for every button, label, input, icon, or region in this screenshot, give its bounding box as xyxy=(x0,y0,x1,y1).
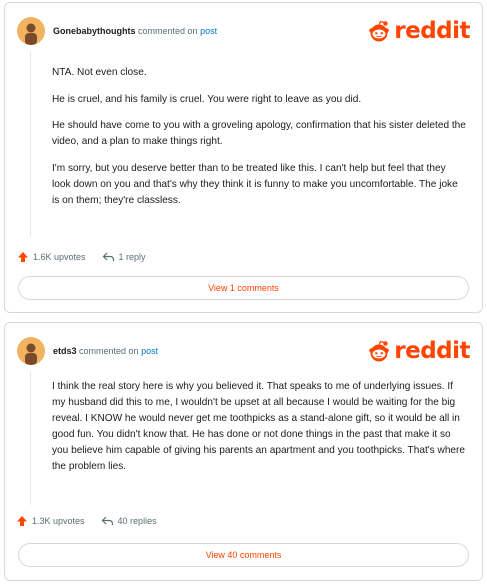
author-line: Gonebabythoughts commented on post xyxy=(53,25,217,37)
comment-paragraph: I'm sorry, but you deserve better than t… xyxy=(52,162,458,206)
post-link[interactable]: post xyxy=(200,26,217,36)
comment-actions: 1.6K upvotes 1 reply xyxy=(17,248,162,266)
reply-button[interactable]: 1 reply xyxy=(102,251,146,263)
comment-verb: commented on xyxy=(79,346,139,356)
thread-line[interactable] xyxy=(30,371,31,505)
comment-paragraph: He is cruel, and his family is cruel. Yo… xyxy=(52,93,362,105)
comment-paragraph: NTA. Not even close. xyxy=(52,67,147,78)
upvote-arrow-icon xyxy=(17,516,27,526)
post-link[interactable]: post xyxy=(141,346,158,356)
reply-count: 1 reply xyxy=(118,252,146,262)
author-name[interactable]: Gonebabythoughts xyxy=(53,26,136,36)
reddit-logo[interactable]: reddit xyxy=(367,17,470,45)
view-comments-button[interactable]: View 1 comments xyxy=(18,276,469,300)
logo-text: reddit xyxy=(394,338,470,364)
reply-arrow-icon xyxy=(101,516,113,525)
upvote-button[interactable]: 1.6K upvotes xyxy=(17,251,86,263)
avatar-icon[interactable] xyxy=(17,17,45,45)
avatar-icon[interactable] xyxy=(17,337,45,365)
comment-card: Gonebabythoughts commented on post reddi… xyxy=(4,2,483,313)
reddit-snoo-icon xyxy=(369,340,390,362)
author-name[interactable]: etds3 xyxy=(53,346,77,356)
author-line: etds3 commented on post xyxy=(53,345,158,357)
upvote-arrow-icon xyxy=(18,252,28,262)
comment-verb: commented on xyxy=(138,26,198,36)
upvote-count: 1.6K upvotes xyxy=(33,252,86,262)
reddit-snoo-icon xyxy=(369,20,390,42)
reply-button[interactable]: 40 replies xyxy=(101,515,157,527)
comment-card: etds3 commented on post reddit I think t… xyxy=(4,322,483,581)
comment-header: etds3 commented on post xyxy=(17,335,158,367)
reply-arrow-icon xyxy=(102,252,114,261)
comment-actions: 1.3K upvotes 40 replies xyxy=(16,512,173,530)
upvote-button[interactable]: 1.3K upvotes xyxy=(16,515,85,527)
comment-header: Gonebabythoughts commented on post xyxy=(17,15,217,47)
comment-paragraph: I think the real story here is why you b… xyxy=(52,381,466,472)
view-comments-button[interactable]: View 40 comments xyxy=(18,543,469,567)
comment-body: NTA. Not even close. He is cruel, and hi… xyxy=(52,65,466,219)
comment-body: I think the real story here is why you b… xyxy=(52,379,466,486)
comment-paragraph: He should have come to you with a grovel… xyxy=(52,120,466,147)
logo-text: reddit xyxy=(394,18,470,44)
upvote-count: 1.3K upvotes xyxy=(32,516,85,526)
reply-count: 40 replies xyxy=(117,516,157,526)
reddit-logo[interactable]: reddit xyxy=(367,337,470,365)
thread-line[interactable] xyxy=(30,51,31,237)
